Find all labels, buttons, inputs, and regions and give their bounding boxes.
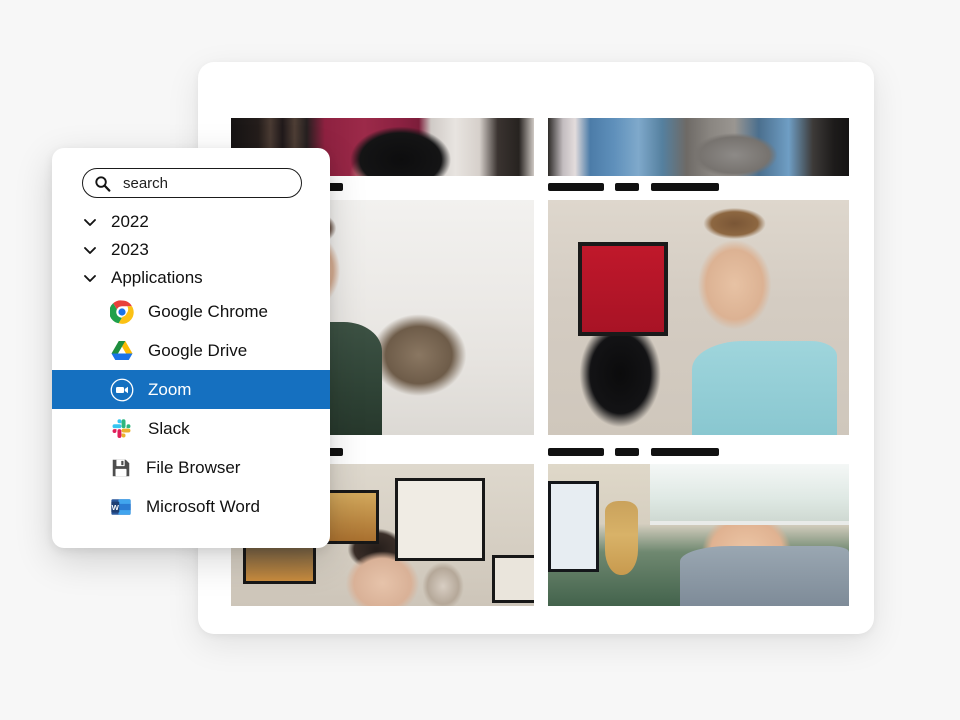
- wall-frame: [394, 478, 486, 561]
- chevron-down-icon[interactable]: [82, 214, 98, 230]
- app-item-label: Slack: [148, 418, 190, 438]
- name-label-redaction-top-right: [548, 178, 726, 191]
- zoom-icon: [110, 378, 134, 402]
- google-chrome-icon: [109, 299, 134, 324]
- google-drive-icon: [110, 339, 134, 363]
- floppy-disk-icon: [110, 457, 132, 479]
- name-label-redaction-middle-right: [548, 443, 726, 456]
- app-launcher-panel: 2022 2023 Applications: [52, 148, 330, 548]
- app-item-label: File Browser: [146, 457, 241, 477]
- search-box[interactable]: [82, 168, 302, 198]
- microsoft-word-icon: W: [110, 496, 132, 518]
- app-item-zoom[interactable]: Zoom: [52, 370, 330, 409]
- video-feed-bottom-right: [548, 464, 849, 606]
- video-tile-top-right[interactable]: [548, 118, 849, 176]
- tree-group-label: 2022: [111, 212, 149, 231]
- search-icon: [94, 175, 111, 192]
- app-item-file-browser[interactable]: File Browser: [52, 448, 330, 487]
- apple-poster: [548, 481, 600, 572]
- app-tree: 2022 2023 Applications Google Chrome Goo…: [52, 208, 330, 526]
- app-item-google-chrome[interactable]: Google Chrome: [52, 292, 330, 331]
- app-item-label: Microsoft Word: [146, 496, 260, 516]
- wall-frame: [491, 554, 534, 604]
- app-item-microsoft-word[interactable]: W Microsoft Word: [52, 487, 330, 526]
- app-item-label: Google Drive: [148, 340, 248, 360]
- search-input[interactable]: [123, 174, 278, 192]
- video-tile-bottom-right[interactable]: [548, 464, 849, 606]
- tree-group-2022[interactable]: 2022: [52, 208, 330, 236]
- app-item-slack[interactable]: Slack: [52, 409, 330, 448]
- app-item-google-drive[interactable]: Google Drive: [52, 331, 330, 370]
- wall-frame: [321, 489, 380, 544]
- chevron-down-icon[interactable]: [82, 242, 98, 258]
- video-tile-middle-right[interactable]: [548, 200, 849, 435]
- guitar: [605, 500, 639, 575]
- tree-group-2023[interactable]: 2023: [52, 236, 330, 264]
- app-item-label: Google Chrome: [148, 301, 269, 321]
- slack-icon: [110, 417, 134, 441]
- video-feed-top-right: [548, 118, 849, 176]
- app-item-label: Zoom: [148, 379, 192, 399]
- svg-text:W: W: [112, 502, 120, 511]
- tree-group-label: Applications: [111, 268, 203, 287]
- chevron-down-icon[interactable]: [82, 270, 98, 286]
- tree-group-applications[interactable]: Applications: [52, 264, 330, 292]
- tree-group-label: 2023: [111, 240, 149, 259]
- video-feed-middle-right: [548, 200, 849, 435]
